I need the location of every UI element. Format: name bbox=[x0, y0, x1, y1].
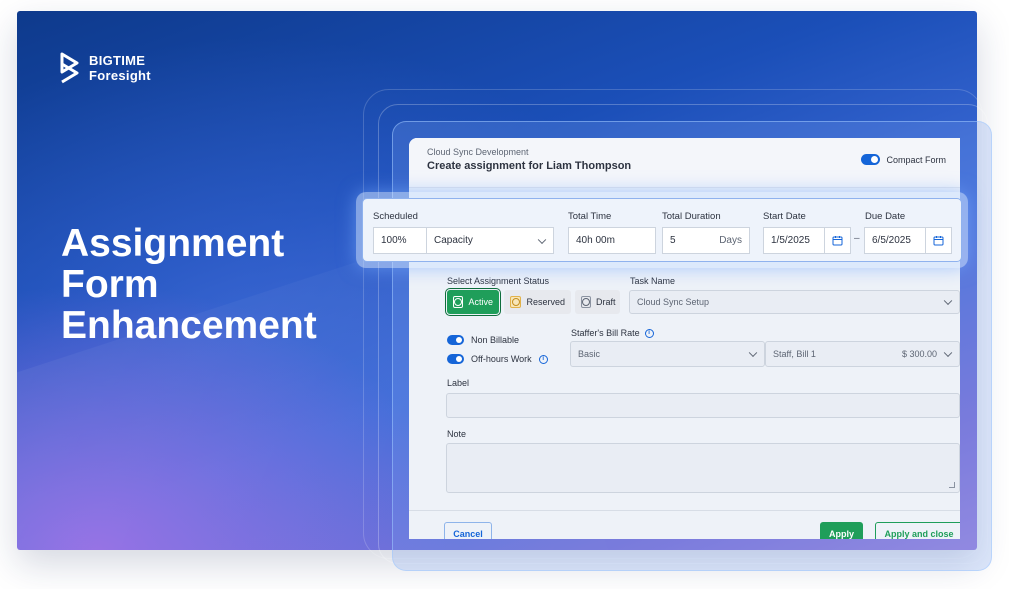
note-field-label: Note bbox=[447, 429, 467, 439]
due-date-input[interactable]: 6/5/2025 bbox=[864, 227, 952, 254]
off-hours-switch[interactable] bbox=[447, 354, 464, 364]
brand-line2: Foresight bbox=[89, 68, 151, 83]
task-name-label: Task Name bbox=[630, 276, 676, 286]
headline-line2: Form bbox=[61, 263, 159, 306]
scheduling-row: Scheduled 100% Capacity Total Time 40h 0… bbox=[362, 198, 962, 262]
label-field-label: Label bbox=[447, 378, 470, 388]
status-reserved-label: Reserved bbox=[526, 297, 565, 307]
cancel-button[interactable]: Cancel bbox=[444, 522, 492, 539]
brand-name: BIGTIME Foresight bbox=[89, 53, 151, 83]
clock-icon bbox=[581, 296, 591, 308]
bill-rate-staff-select[interactable]: Staff, Bill 1 $ 300.00 bbox=[765, 341, 960, 367]
apply-button[interactable]: Apply bbox=[820, 522, 863, 539]
project-name: Cloud Sync Development bbox=[427, 147, 529, 157]
bigtime-logo-icon bbox=[60, 52, 79, 84]
compact-form-label: Compact Form bbox=[886, 154, 946, 165]
start-date-label: Start Date bbox=[763, 211, 806, 222]
status-draft-button[interactable]: Draft bbox=[575, 290, 620, 314]
total-time-value: 40h 00m bbox=[576, 235, 615, 246]
headline-line1: Assignment bbox=[61, 222, 285, 265]
off-hours-row: Off-hours Work i bbox=[447, 354, 548, 364]
chevron-down-icon bbox=[537, 235, 547, 244]
non-billable-label: Non Billable bbox=[471, 335, 520, 345]
task-name-value: Cloud Sync Setup bbox=[637, 297, 710, 307]
total-duration-value: 5 bbox=[670, 235, 676, 246]
note-textarea[interactable] bbox=[446, 443, 960, 493]
due-date-value: 6/5/2025 bbox=[872, 235, 911, 246]
resize-handle-icon[interactable] bbox=[949, 482, 955, 488]
brand-logo: BIGTIME Foresight bbox=[59, 51, 151, 85]
scheduled-unit-value: Capacity bbox=[434, 235, 473, 246]
due-date-label: Due Date bbox=[865, 211, 906, 222]
headline: Assignment Form Enhancement bbox=[61, 223, 317, 346]
bill-rate-staff-value: Staff, Bill 1 bbox=[773, 349, 816, 359]
clock-icon bbox=[510, 296, 522, 308]
status-reserved-button[interactable]: Reserved bbox=[504, 290, 571, 314]
chevron-down-icon bbox=[943, 296, 953, 306]
bill-rate-type-select[interactable]: Basic bbox=[570, 341, 765, 367]
total-time-label: Total Time bbox=[568, 211, 612, 222]
bill-rate-label-row: Staffer's Bill Rate i bbox=[571, 328, 654, 338]
task-name-select[interactable]: Cloud Sync Setup bbox=[629, 290, 960, 314]
info-icon[interactable]: i bbox=[644, 328, 654, 338]
total-duration-unit: Days bbox=[719, 235, 742, 246]
scheduled-label: Scheduled bbox=[373, 211, 418, 222]
info-icon[interactable]: i bbox=[538, 354, 548, 364]
non-billable-row: Non Billable bbox=[447, 335, 519, 345]
clock-icon bbox=[453, 296, 464, 308]
bill-rate-amount: $ 300.00 bbox=[901, 349, 937, 359]
total-time-input[interactable]: 40h 00m bbox=[568, 227, 656, 254]
non-billable-switch[interactable] bbox=[447, 335, 464, 345]
chevron-down-icon bbox=[748, 348, 758, 358]
scheduled-value: 100% bbox=[381, 235, 407, 246]
scheduled-input[interactable]: 100% bbox=[373, 227, 427, 254]
bill-rate-label: Staffer's Bill Rate bbox=[571, 328, 640, 338]
start-date-value: 1/5/2025 bbox=[771, 235, 810, 246]
form-header: Cloud Sync Development Create assignment… bbox=[409, 138, 960, 188]
off-hours-label: Off-hours Work bbox=[471, 354, 532, 364]
date-separator: – bbox=[854, 233, 860, 244]
calendar-icon[interactable] bbox=[925, 228, 951, 253]
total-duration-input[interactable]: 5 Days bbox=[662, 227, 750, 254]
status-active-button[interactable]: Active bbox=[445, 288, 501, 316]
total-duration-label: Total Duration bbox=[662, 211, 721, 222]
bill-rate-type-value: Basic bbox=[578, 349, 601, 359]
headline-line3: Enhancement bbox=[61, 304, 317, 347]
status-label: Select Assignment Status bbox=[447, 276, 550, 286]
status-active-label: Active bbox=[468, 297, 493, 307]
form-title: Create assignment for Liam Thompson bbox=[427, 160, 632, 172]
calendar-icon[interactable] bbox=[824, 228, 850, 253]
compact-form-toggle[interactable]: Compact Form bbox=[861, 154, 946, 165]
apply-and-close-button[interactable]: Apply and close bbox=[875, 522, 960, 539]
status-draft-label: Draft bbox=[596, 297, 616, 307]
compact-form-switch[interactable] bbox=[861, 154, 881, 165]
label-input[interactable] bbox=[446, 393, 960, 418]
start-date-input[interactable]: 1/5/2025 bbox=[763, 227, 851, 254]
brand-line1: BIGTIME bbox=[89, 53, 146, 68]
scheduled-unit-select[interactable]: Capacity bbox=[426, 227, 554, 254]
chevron-down-icon bbox=[943, 348, 953, 358]
